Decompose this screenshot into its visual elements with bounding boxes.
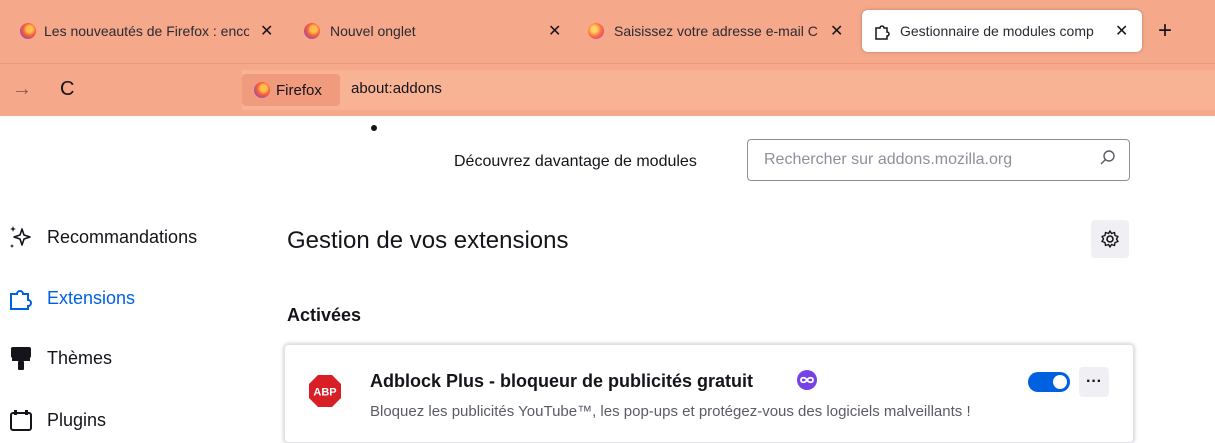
sidebar-item-label: Extensions — [47, 287, 136, 308]
identity-label: Firefox — [276, 81, 322, 99]
addon-name[interactable]: Adblock Plus - bloqueur de publicités gr… — [370, 371, 753, 392]
tab-firefox-news[interactable]: Les nouveautés de Firefox : enco ✕ — [12, 10, 282, 52]
plugin-icon — [6, 405, 36, 435]
settings-button[interactable] — [1091, 220, 1129, 258]
close-icon[interactable]: ✕ — [1115, 21, 1128, 41]
firefox-icon — [20, 23, 36, 39]
firefox-account-icon — [588, 23, 604, 39]
close-icon[interactable]: ✕ — [260, 21, 273, 41]
svg-text:ABP: ABP — [313, 387, 336, 399]
sparkle-icon — [6, 222, 36, 252]
url-bar[interactable]: Firefox about:addons — [242, 70, 1215, 110]
enable-toggle[interactable] — [1028, 372, 1070, 392]
tab-strip: Les nouveautés de Firefox : enco ✕ Nouve… — [0, 0, 1215, 63]
tab-new-tab[interactable]: Nouvel onglet ✕ — [296, 10, 568, 52]
new-tab-button[interactable]: + — [1158, 19, 1172, 43]
puzzle-icon — [875, 25, 890, 40]
tab-title: Les nouveautés de Firefox : enco — [44, 23, 249, 39]
tab-addons-manager[interactable]: Gestionnaire de modules comp ✕ — [862, 10, 1142, 52]
sidebar-item-plugins[interactable]: Plugins — [6, 404, 106, 436]
puzzle-icon — [6, 283, 36, 313]
tab-title: Saisissez votre adresse e-mail C — [614, 23, 818, 39]
brush-icon — [6, 343, 36, 373]
identity-box[interactable]: Firefox — [242, 74, 340, 106]
addon-card[interactable]: ABP Adblock Plus - bloqueur de publicité… — [284, 344, 1134, 443]
forward-icon[interactable]: → — [12, 78, 32, 101]
gear-icon — [1101, 230, 1119, 248]
url-text[interactable]: about:addons — [351, 80, 442, 97]
tab-title: Nouvel onglet — [330, 23, 416, 39]
recommended-badge-icon — [797, 370, 817, 390]
sidebar-item-label: Thèmes — [47, 347, 113, 368]
tab-title: Gestionnaire de modules comp — [900, 23, 1094, 39]
tab-email[interactable]: Saisissez votre adresse e-mail C ✕ — [580, 10, 852, 52]
addon-description: Bloquez les publicités YouTube™, les pop… — [370, 403, 971, 420]
sidebar-item-themes[interactable]: Thèmes — [6, 342, 112, 374]
close-icon[interactable]: ✕ — [830, 21, 843, 41]
firefox-icon — [254, 82, 270, 98]
section-heading: Activées — [287, 305, 362, 325]
sidebar-item-label: Plugins — [47, 409, 107, 430]
discover-label: Découvrez davantage de modules — [454, 153, 697, 170]
search-placeholder: Rechercher sur addons.mozilla.org — [764, 151, 1013, 168]
sidebar-item-label: Recommandations — [47, 226, 198, 247]
reload-icon[interactable]: C — [60, 78, 74, 101]
nav-bar: → C Firefox about:addons — [0, 63, 1215, 116]
adblock-plus-icon: ABP — [309, 375, 341, 407]
firefox-icon — [304, 23, 320, 39]
search-icon — [1100, 150, 1115, 165]
sidebar-item-extensions[interactable]: Extensions — [6, 282, 135, 314]
dot-artifact — [371, 125, 377, 131]
search-input[interactable]: Rechercher sur addons.mozilla.org — [747, 139, 1130, 181]
toggle-knob — [1053, 375, 1067, 389]
more-options-button[interactable]: ··· — [1079, 367, 1109, 397]
page-title: Gestion de vos extensions — [287, 227, 569, 254]
sidebar-item-recommendations[interactable]: Recommandations — [6, 221, 197, 253]
close-icon[interactable]: ✕ — [548, 21, 561, 41]
